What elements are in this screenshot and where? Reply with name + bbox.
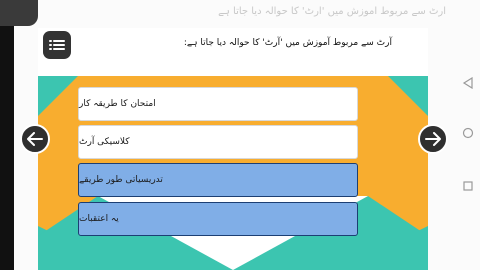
menu-line [53,48,65,50]
answer-option-3[interactable]: تدریسیاتی طور طریقے [78,163,358,197]
faded-previous-question: آرٹ سے مربوط آموزش میں 'آرٹ' کا حوالہ دی… [218,6,446,17]
menu-list-icon[interactable] [43,31,71,59]
arrow-left-icon[interactable] [20,124,50,154]
left-frame-corner [0,0,38,26]
arrow-right-glyph [425,132,441,146]
app-screen: آرٹ سے مربوط آموزش میں 'آرٹ' کا حوالہ دی… [0,0,480,270]
question-text: آرٹ سے مربوط آموزش میں 'آرٹ' کا حوالہ دی… [183,38,392,48]
arrow-right-icon[interactable] [418,124,448,154]
menu-dot [49,44,52,46]
menu-line [53,44,65,46]
square-recent-icon[interactable] [462,180,474,192]
question-bar: آرٹ سے مربوط آموزش میں 'آرٹ' کا حوالہ دی… [38,28,428,76]
answer-option-1[interactable]: امتحان کا طریقہ کار [78,87,358,121]
left-frame-edge [0,0,14,270]
arrow-left-glyph [27,132,43,146]
answer-option-2[interactable]: کلاسیکی آرٹ [78,125,358,159]
menu-line [53,40,65,42]
system-navigation-bar [456,0,480,270]
circle-home-icon[interactable] [462,127,474,139]
answer-option-4[interactable]: یہ اعتقبات [78,202,358,236]
triangle-back-icon[interactable] [462,77,474,89]
menu-dot [49,48,52,50]
menu-dot [49,40,52,42]
